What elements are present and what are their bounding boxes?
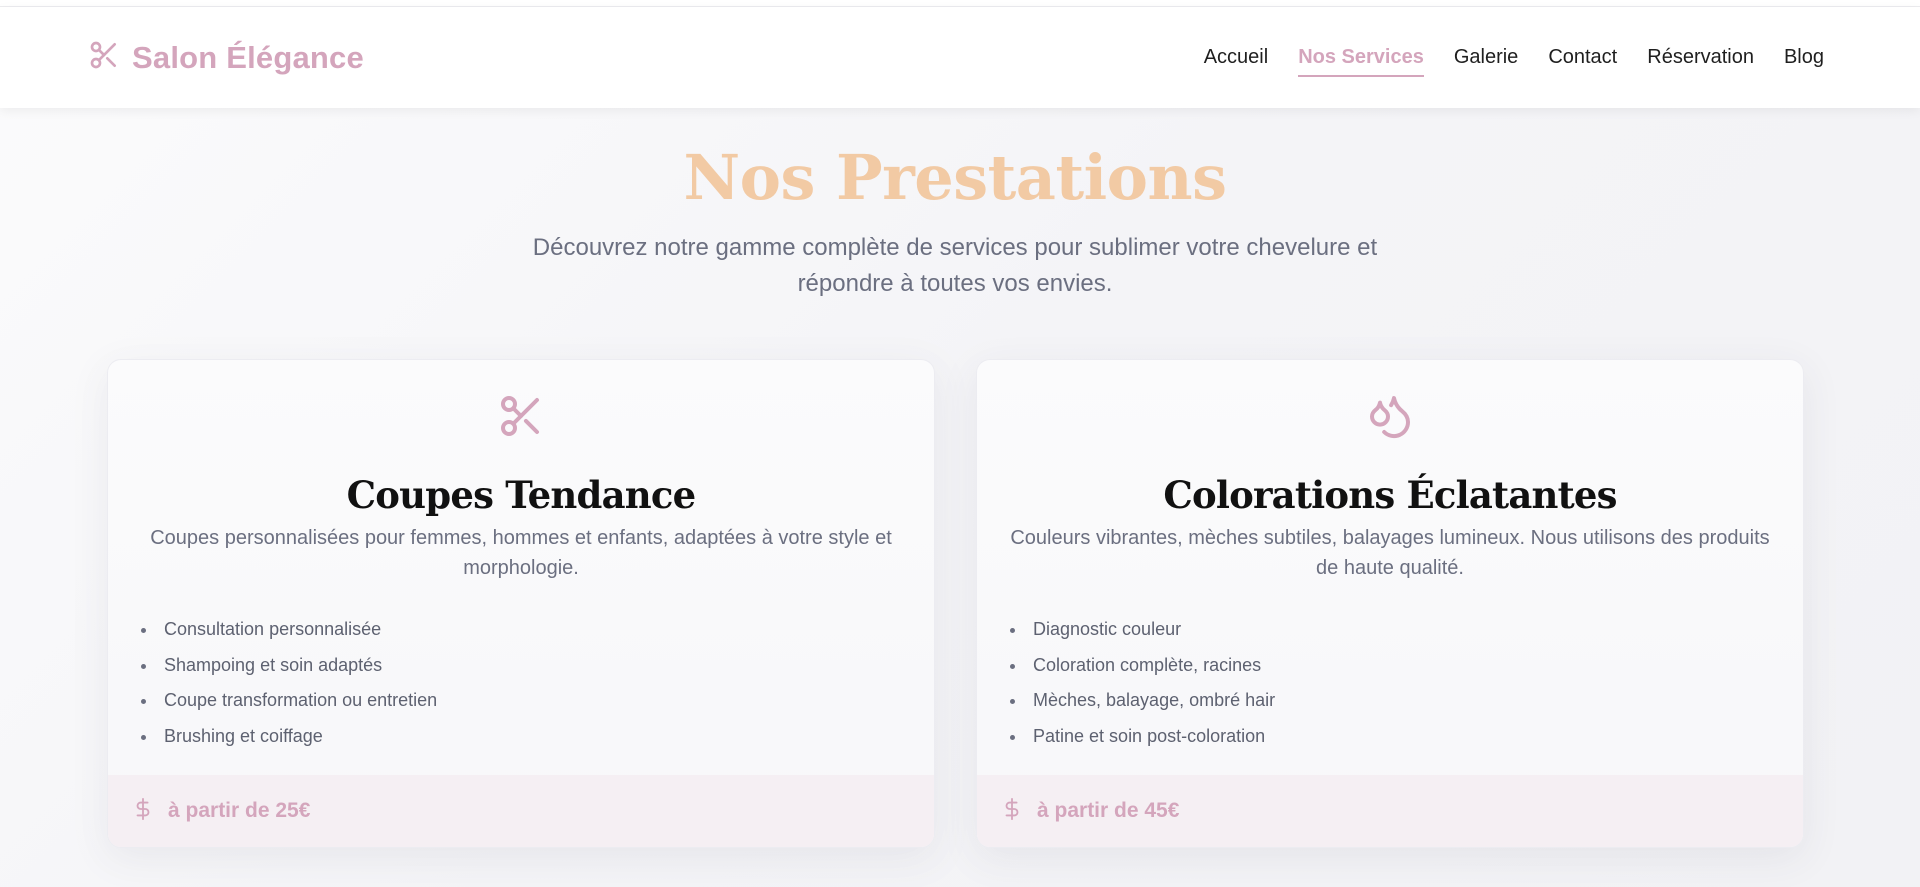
list-item: Coloration complète, racines [1009, 648, 1275, 684]
service-card-colorations: Colorations Éclatantes Couleurs vibrante… [976, 359, 1804, 848]
nav-item-accueil[interactable]: Accueil [1204, 38, 1268, 77]
service-card-coupes: Coupes Tendance Coupes personnalisées po… [107, 359, 935, 848]
feature-list: Diagnostic couleur Coloration complète, … [1009, 612, 1275, 755]
scissors-icon [497, 392, 545, 445]
hero-section: Nos Prestations Découvrez notre gamme co… [0, 140, 1910, 302]
card-description: Couleurs vibrantes, mèches subtiles, bal… [1010, 527, 1770, 579]
page-title: Nos Prestations [683, 141, 1228, 214]
list-item: Patine et soin post-coloration [1009, 719, 1275, 755]
card-title: Coupes Tendance [346, 473, 697, 517]
droplets-icon [1366, 392, 1414, 445]
nav-item-galerie[interactable]: Galerie [1454, 38, 1518, 77]
brand-name: Salon Élégance [132, 39, 364, 75]
card-description: Coupes personnalisées pour femmes, homme… [150, 527, 892, 579]
scissors-icon [88, 39, 120, 76]
page-subtitle: Découvrez notre gamme complète de servic… [532, 234, 1378, 297]
brand-logo[interactable]: Salon Élégance [88, 39, 364, 76]
nav-item-contact[interactable]: Contact [1548, 38, 1617, 77]
list-item: Consultation personnalisée [140, 612, 437, 648]
dollar-icon [1001, 796, 1023, 827]
list-item: Mèches, balayage, ombré hair [1009, 683, 1275, 719]
top-strip [0, 0, 1920, 7]
site-header: Salon Élégance Accueil Nos Services Gale… [0, 7, 1920, 108]
price-label: à partir de 25€ [168, 799, 311, 822]
page: Salon Élégance Accueil Nos Services Gale… [0, 0, 1920, 887]
price-bar: à partir de 45€ [977, 775, 1803, 847]
price-bar: à partir de 25€ [108, 775, 934, 847]
price-label: à partir de 45€ [1037, 799, 1180, 822]
nav-item-nos-services[interactable]: Nos Services [1298, 38, 1424, 77]
main-nav: Accueil Nos Services Galerie Contact Rés… [1204, 38, 1824, 77]
card-title: Colorations Éclatantes [1163, 473, 1617, 517]
list-item: Diagnostic couleur [1009, 612, 1275, 648]
nav-item-reservation[interactable]: Réservation [1647, 38, 1754, 77]
list-item: Shampoing et soin adaptés [140, 648, 437, 684]
feature-list: Consultation personnalisée Shampoing et … [140, 612, 437, 755]
nav-item-blog[interactable]: Blog [1784, 38, 1824, 77]
dollar-icon [132, 796, 154, 827]
list-item: Coupe transformation ou entretien [140, 683, 437, 719]
list-item: Brushing et coiffage [140, 719, 437, 755]
